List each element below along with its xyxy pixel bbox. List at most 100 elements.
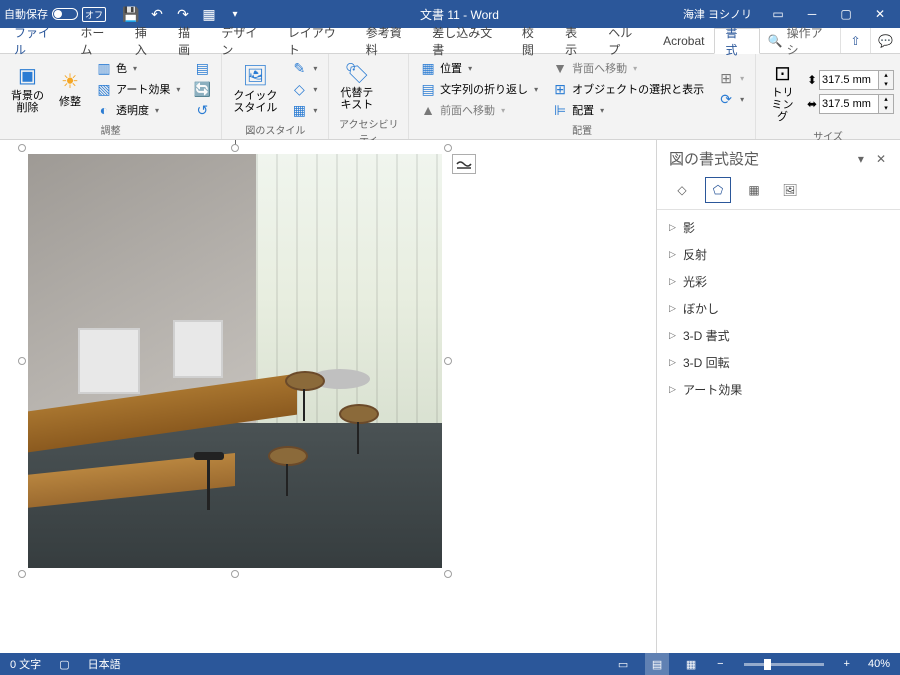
zoom-out-button[interactable]: −: [713, 658, 727, 670]
tab-review[interactable]: 校閲: [512, 28, 555, 53]
zoom-in-button[interactable]: +: [840, 658, 854, 670]
spell-check-icon[interactable]: ▢: [55, 658, 73, 671]
change-picture-icon: 🔄: [194, 81, 210, 97]
handle-s[interactable]: [231, 570, 239, 578]
quick-styles-button[interactable]: 🖼 クイック スタイル: [228, 61, 282, 117]
height-input[interactable]: ▴▾: [819, 70, 894, 90]
width-icon: ⬌: [807, 97, 817, 111]
position-button[interactable]: ▦位置▾: [415, 58, 543, 78]
save-icon[interactable]: 💾: [122, 5, 140, 23]
tab-view[interactable]: 表示: [555, 28, 598, 53]
tab-file[interactable]: ファイル: [4, 28, 70, 53]
picture-category-icon[interactable]: 🖼: [777, 177, 803, 203]
tab-acrobat[interactable]: Acrobat: [653, 28, 714, 53]
share-button[interactable]: ⇧: [840, 28, 870, 53]
picture-layout-button[interactable]: ▦▾: [286, 100, 322, 120]
remove-background-button[interactable]: ▣ 背景の 削除: [6, 61, 49, 117]
comments-button[interactable]: 💬: [870, 28, 900, 53]
tab-help[interactable]: ヘルプ: [598, 28, 653, 53]
pane-item-soft-edges[interactable]: ▷ぼかし: [665, 295, 892, 322]
width-up[interactable]: ▴: [879, 95, 893, 104]
pane-close-button[interactable]: ✕: [872, 152, 890, 166]
selection-handles[interactable]: [22, 148, 448, 574]
bring-forward-button: ▲前面へ移動▾: [415, 100, 543, 120]
compress-button[interactable]: ▤: [189, 58, 215, 78]
group-arrange: ▦位置▾ ▤文字列の折り返し▾ ▲前面へ移動▾ ▼背面へ移動▾ ⊞オブジェクトの…: [409, 54, 756, 139]
print-layout-icon[interactable]: ▤: [645, 653, 669, 675]
crop-button[interactable]: ⊡ トリミング: [762, 58, 803, 126]
zoom-slider[interactable]: [744, 663, 824, 666]
picture-effects-button[interactable]: ◇▾: [286, 79, 322, 99]
document-canvas[interactable]: [0, 140, 656, 653]
tab-references[interactable]: 参考資料: [356, 28, 422, 53]
handle-w[interactable]: [18, 357, 26, 365]
maximize-button[interactable]: ▢: [830, 2, 862, 26]
ribbon: ▣ 背景の 削除 ☀ 修整 ▥色▾ ▧アート効果▾ ◐透明度▾ ▤ 🔄 ↺ 調整: [0, 54, 900, 140]
tab-design[interactable]: デザイン: [211, 28, 277, 53]
height-icon: ⬍: [807, 73, 817, 87]
color-button[interactable]: ▥色▾: [91, 58, 185, 78]
language-status[interactable]: 日本語: [84, 656, 125, 672]
selected-image[interactable]: [28, 154, 442, 568]
effects-category-icon[interactable]: ⬠: [705, 177, 731, 203]
undo-icon[interactable]: ↶: [148, 5, 166, 23]
tab-draw[interactable]: 描画: [168, 28, 211, 53]
rotate-button[interactable]: ⟳▾: [713, 90, 749, 110]
minimize-button[interactable]: ─: [796, 2, 828, 26]
ribbon-tabs: ファイル ホーム 挿入 描画 デザイン レイアウト 参考資料 差し込み文書 校閲…: [0, 28, 900, 54]
tab-insert[interactable]: 挿入: [125, 28, 168, 53]
height-down[interactable]: ▾: [879, 80, 893, 89]
artistic-effects-button[interactable]: ▧アート効果▾: [91, 79, 185, 99]
corrections-button[interactable]: ☀ 修整: [53, 67, 87, 111]
picture-border-button[interactable]: ✎▾: [286, 58, 322, 78]
selection-icon: ⊞: [552, 81, 568, 97]
selection-pane-button[interactable]: ⊞オブジェクトの選択と表示: [547, 79, 709, 99]
group-accessibility: 🏷 代替テ キスト アクセシビリティ: [329, 54, 409, 139]
redo-icon[interactable]: ↷: [174, 5, 192, 23]
tab-layout[interactable]: レイアウト: [278, 28, 356, 53]
zoom-level[interactable]: 40%: [864, 658, 894, 670]
close-button[interactable]: ✕: [864, 2, 896, 26]
transparency-button[interactable]: ◐透明度▾: [91, 100, 185, 120]
qat-more-icon[interactable]: ▾: [226, 5, 244, 23]
tab-home[interactable]: ホーム: [70, 28, 124, 53]
pane-item-reflection[interactable]: ▷反射: [665, 241, 892, 268]
autosave-toggle[interactable]: 自動保存 オフ: [4, 6, 106, 22]
change-picture-button[interactable]: 🔄: [189, 79, 215, 99]
send-back-icon: ▼: [552, 60, 568, 76]
handle-sw[interactable]: [18, 570, 26, 578]
pane-menu-button[interactable]: ▾: [854, 152, 868, 166]
handle-ne[interactable]: [444, 144, 452, 152]
reset-picture-button[interactable]: ↺: [189, 100, 215, 120]
word-count[interactable]: 0 文字: [6, 656, 45, 672]
read-mode-icon[interactable]: ▭: [611, 653, 635, 675]
handle-se[interactable]: [444, 570, 452, 578]
handle-nw[interactable]: [18, 144, 26, 152]
width-down[interactable]: ▾: [879, 104, 893, 113]
table-icon[interactable]: ▦: [200, 5, 218, 23]
layout-properties-icon[interactable]: ▦: [741, 177, 767, 203]
pane-item-shadow[interactable]: ▷影: [665, 214, 892, 241]
layout-options-button[interactable]: [452, 154, 476, 174]
effects-icon: ◇: [291, 81, 307, 97]
align-button[interactable]: ⊫配置▾: [547, 100, 709, 120]
wrap-text-button[interactable]: ▤文字列の折り返し▾: [415, 79, 543, 99]
fill-line-icon[interactable]: ◇: [669, 177, 695, 203]
tell-me[interactable]: 🔍 操作アシ: [760, 28, 840, 53]
ribbon-display-icon[interactable]: ▭: [762, 2, 794, 26]
document-title: 文書 11 - Word: [244, 6, 675, 23]
handle-e[interactable]: [444, 357, 452, 365]
handle-n[interactable]: [231, 144, 239, 152]
pane-item-artistic[interactable]: ▷アート効果: [665, 376, 892, 403]
tab-mailings[interactable]: 差し込み文書: [422, 28, 512, 53]
user-name[interactable]: 海津 ヨシノリ: [675, 6, 760, 22]
width-input[interactable]: ▴▾: [819, 94, 894, 114]
pane-item-glow[interactable]: ▷光彩: [665, 268, 892, 295]
pane-item-3d-rotation[interactable]: ▷3-D 回転: [665, 349, 892, 376]
bring-fwd-icon: ▲: [420, 102, 436, 118]
alt-text-button[interactable]: 🏷 代替テ キスト: [335, 58, 378, 114]
height-up[interactable]: ▴: [879, 71, 893, 80]
pane-item-3d-format[interactable]: ▷3-D 書式: [665, 322, 892, 349]
tab-format[interactable]: 書式: [714, 28, 759, 54]
web-layout-icon[interactable]: ▦: [679, 653, 703, 675]
